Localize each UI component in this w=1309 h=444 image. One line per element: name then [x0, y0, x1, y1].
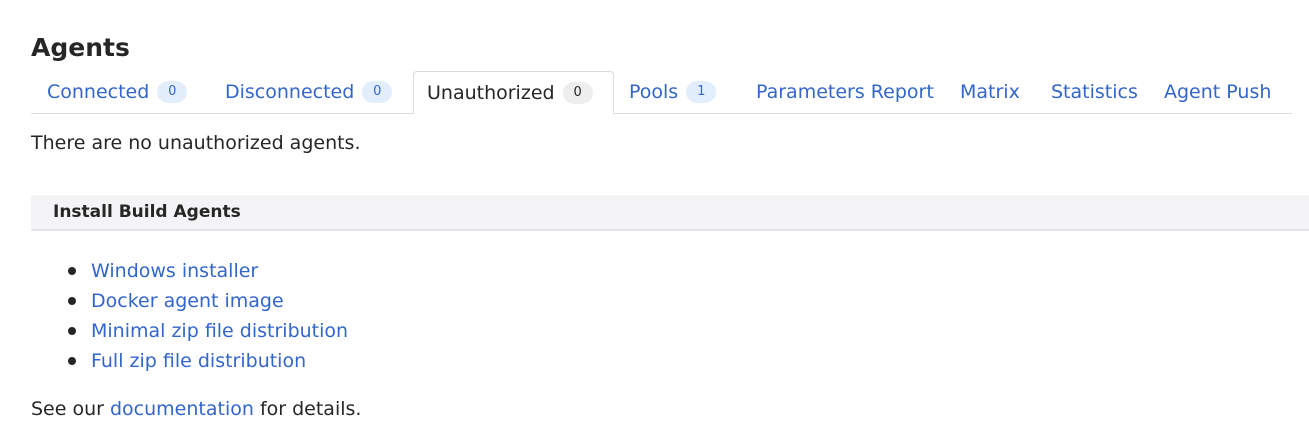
install-build-agents-header: Install Build Agents: [31, 195, 1309, 231]
footer-suffix: for details.: [253, 398, 362, 420]
page-title: Agents: [31, 33, 130, 62]
bullet-icon: [68, 357, 76, 365]
bullet-icon: [68, 327, 76, 335]
count-badge: 0: [362, 81, 393, 103]
tab-label: Pools: [629, 81, 679, 103]
tab-label: Parameters Report: [756, 81, 934, 103]
empty-state-message: There are no unauthorized agents.: [31, 132, 361, 154]
minimal-zip-link[interactable]: Minimal zip file distribution: [91, 320, 348, 342]
agents-page: Agents Connected 0 Disconnected 0 Unauth…: [0, 0, 1309, 444]
windows-installer-link[interactable]: Windows installer: [91, 260, 258, 282]
count-badge: 1: [686, 81, 717, 103]
tab-parameters-report[interactable]: Parameters Report: [756, 71, 934, 113]
section-title: Install Build Agents: [53, 202, 241, 222]
tab-label: Connected: [47, 81, 150, 103]
tab-matrix[interactable]: Matrix: [960, 71, 1020, 113]
tab-label: Agent Push: [1164, 81, 1272, 103]
tab-statistics[interactable]: Statistics: [1051, 71, 1138, 113]
tab-label: Unauthorized: [427, 81, 555, 104]
list-item: Full zip file distribution: [68, 346, 348, 376]
tab-label: Matrix: [960, 81, 1020, 103]
install-options-list: Windows installer Docker agent image Min…: [68, 256, 348, 376]
tab-label: Disconnected: [225, 81, 355, 103]
list-item: Windows installer: [68, 256, 348, 286]
full-zip-link[interactable]: Full zip file distribution: [91, 350, 306, 372]
docker-agent-image-link[interactable]: Docker agent image: [91, 290, 284, 312]
footer-prefix: See our: [31, 398, 110, 420]
documentation-link[interactable]: documentation: [110, 398, 254, 420]
tab-unauthorized[interactable]: Unauthorized 0: [413, 71, 614, 114]
count-badge: 0: [562, 81, 593, 104]
agents-tabs: Connected 0 Disconnected 0 Unauthorized …: [31, 71, 1292, 114]
bullet-icon: [68, 297, 76, 305]
list-item: Docker agent image: [68, 286, 348, 316]
tab-disconnected[interactable]: Disconnected 0: [225, 71, 393, 113]
tab-label: Statistics: [1051, 81, 1138, 103]
documentation-note: See our documentation for details.: [31, 398, 361, 420]
list-item: Minimal zip file distribution: [68, 316, 348, 346]
tab-connected[interactable]: Connected 0: [47, 71, 188, 113]
tab-agent-push[interactable]: Agent Push: [1164, 71, 1271, 113]
tab-pools[interactable]: Pools 1: [629, 71, 717, 113]
bullet-icon: [68, 267, 76, 275]
count-badge: 0: [157, 81, 188, 103]
